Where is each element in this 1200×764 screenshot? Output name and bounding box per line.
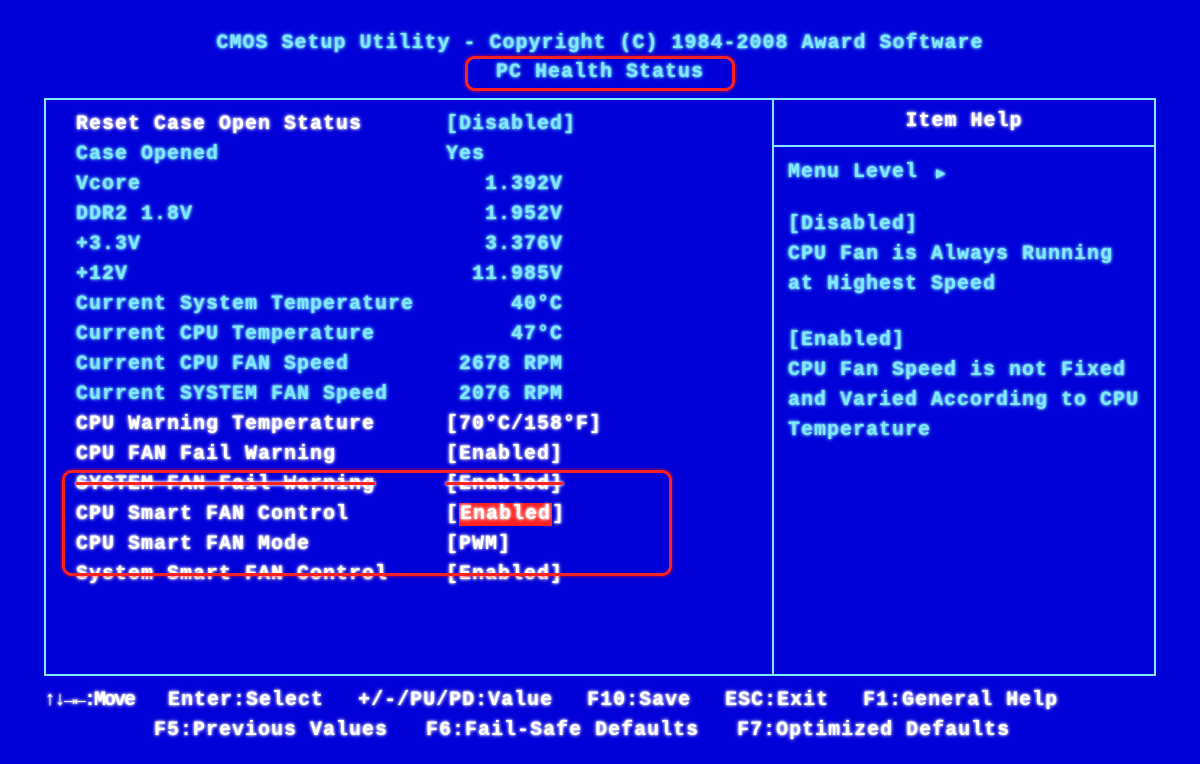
- setting-value: 1.952V: [446, 200, 563, 230]
- setting-label: +12V: [76, 260, 446, 290]
- key-move: ↑↓→←:Move: [44, 686, 134, 716]
- help-block: [Disabled]CPU Fan is Always Running at H…: [788, 210, 1140, 300]
- setting-row: Current CPU FAN Speed 2678 RPM: [76, 350, 764, 380]
- chevron-right-icon: ▶: [936, 163, 947, 183]
- key-optimized: F7:Optimized Defaults: [737, 716, 1010, 746]
- setting-label: CPU Smart FAN Control: [76, 500, 446, 530]
- key-exit: ESC:Exit: [725, 686, 829, 716]
- setting-row[interactable]: SYSTEM FAN Fail Warning[Enabled]: [76, 470, 764, 500]
- key-help-footer: ↑↓→←:Move Enter:Select +/-/PU/PD:Value F…: [44, 686, 1156, 746]
- setting-value: 40°C: [446, 290, 563, 320]
- setting-label: Current CPU Temperature: [76, 320, 446, 350]
- selected-value: Enabled: [459, 503, 552, 526]
- menu-level-label: Menu Level: [788, 161, 918, 184]
- help-block-heading: [Disabled]: [788, 210, 1140, 240]
- setting-label: CPU FAN Fail Warning: [76, 440, 446, 470]
- key-value: +/-/PU/PD:Value: [358, 686, 553, 716]
- page-title-highlight: PC Health Status: [0, 56, 1200, 91]
- setting-label: +3.3V: [76, 230, 446, 260]
- help-block-heading: [Enabled]: [788, 326, 1140, 356]
- setting-row[interactable]: Reset Case Open Status[Disabled]: [76, 110, 764, 140]
- key-help: F1:General Help: [863, 686, 1058, 716]
- settings-pane[interactable]: Reset Case Open Status[Disabled]Case Ope…: [46, 100, 774, 674]
- setting-label: Reset Case Open Status: [76, 110, 446, 140]
- setting-value[interactable]: [Enabled]: [446, 440, 563, 470]
- setting-label: Current System Temperature: [76, 290, 446, 320]
- help-pane: Item Help Menu Level ▶ [Disabled]CPU Fan…: [774, 100, 1154, 674]
- help-block-text: CPU Fan Speed is not Fixed and Varied Ac…: [788, 356, 1140, 446]
- setting-row: +12V 11.985V: [76, 260, 764, 290]
- setting-value[interactable]: [70°C/158°F]: [446, 410, 602, 440]
- setting-row[interactable]: CPU FAN Fail Warning[Enabled]: [76, 440, 764, 470]
- key-prev-values: F5:Previous Values: [154, 716, 388, 746]
- setting-value: 2076 RPM: [446, 380, 563, 410]
- setting-row: Current CPU Temperature 47°C: [76, 320, 764, 350]
- setting-label: Current CPU FAN Speed: [76, 350, 446, 380]
- setting-value[interactable]: [Enabled]: [446, 500, 565, 530]
- help-title: Item Help: [788, 110, 1140, 139]
- setting-value[interactable]: [Enabled]: [446, 470, 563, 500]
- setting-label: Vcore: [76, 170, 446, 200]
- setting-row[interactable]: CPU Smart FAN Control[Enabled]: [76, 500, 764, 530]
- setting-value[interactable]: [PWM]: [446, 530, 511, 560]
- setting-value[interactable]: [Disabled]: [446, 110, 576, 140]
- setting-label: CPU Warning Temperature: [76, 410, 446, 440]
- setting-row: +3.3V 3.376V: [76, 230, 764, 260]
- setting-label: CPU Smart FAN Mode: [76, 530, 446, 560]
- menu-level: Menu Level ▶: [788, 161, 1140, 184]
- setting-row: Current SYSTEM FAN Speed 2076 RPM: [76, 380, 764, 410]
- key-failsafe: F6:Fail-Safe Defaults: [426, 716, 699, 746]
- page-title: PC Health Status: [465, 56, 735, 91]
- setting-value: 11.985V: [446, 260, 563, 290]
- setting-label: Case Opened: [76, 140, 446, 170]
- key-enter: Enter:Select: [168, 686, 324, 716]
- setting-row[interactable]: CPU Warning Temperature[70°C/158°F]: [76, 410, 764, 440]
- setting-value: 47°C: [446, 320, 563, 350]
- main-frame: Reset Case Open Status[Disabled]Case Ope…: [44, 98, 1156, 676]
- setting-row: Vcore 1.392V: [76, 170, 764, 200]
- setting-value: 2678 RPM: [446, 350, 563, 380]
- setting-label: SYSTEM FAN Fail Warning: [76, 470, 446, 500]
- help-block-text: CPU Fan is Always Running at Highest Spe…: [788, 240, 1140, 300]
- setting-label: System Smart FAN Control: [76, 560, 446, 590]
- bios-title: CMOS Setup Utility - Copyright (C) 1984-…: [0, 32, 1200, 55]
- setting-value: Yes: [446, 140, 485, 170]
- key-save: F10:Save: [587, 686, 691, 716]
- setting-label: DDR2 1.8V: [76, 200, 446, 230]
- setting-row: Current System Temperature 40°C: [76, 290, 764, 320]
- setting-row[interactable]: CPU Smart FAN Mode[PWM]: [76, 530, 764, 560]
- setting-row[interactable]: System Smart FAN Control[Enabled]: [76, 560, 764, 590]
- help-divider: [774, 145, 1154, 147]
- setting-label: Current SYSTEM FAN Speed: [76, 380, 446, 410]
- help-block: [Enabled]CPU Fan Speed is not Fixed and …: [788, 326, 1140, 446]
- setting-row: DDR2 1.8V 1.952V: [76, 200, 764, 230]
- setting-row: Case OpenedYes: [76, 140, 764, 170]
- setting-value: 1.392V: [446, 170, 563, 200]
- setting-value[interactable]: [Enabled]: [446, 560, 563, 590]
- setting-value: 3.376V: [446, 230, 563, 260]
